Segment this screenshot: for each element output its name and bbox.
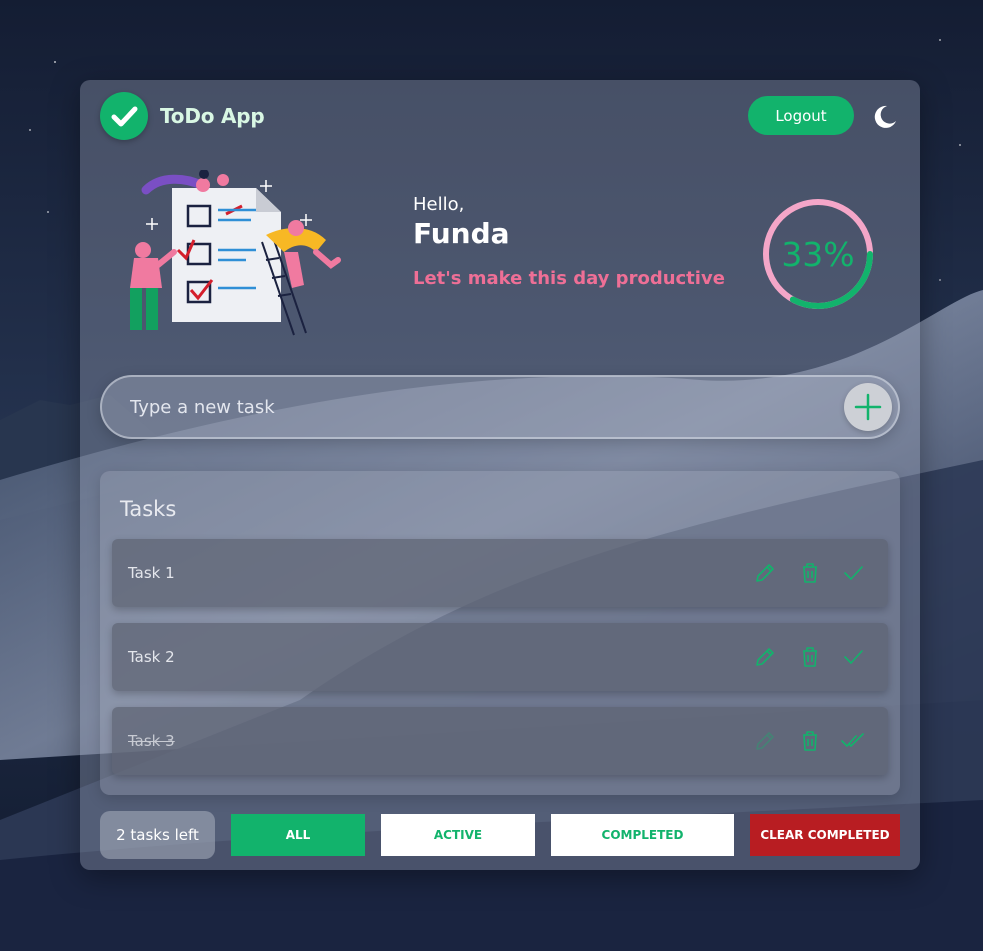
progress-percent: 33% bbox=[781, 234, 855, 274]
pencil-icon bbox=[753, 729, 777, 753]
plus-icon bbox=[854, 393, 882, 421]
todo-illustration bbox=[130, 170, 341, 336]
add-task-button[interactable] bbox=[844, 383, 892, 431]
moon-icon[interactable] bbox=[868, 101, 900, 133]
filter-active-button[interactable]: ACTIVE bbox=[381, 814, 535, 856]
tasks-title: Tasks bbox=[120, 497, 177, 521]
task-row[interactable]: Task 2 bbox=[112, 623, 888, 691]
task-label: Task 2 bbox=[128, 648, 175, 666]
new-task-bar bbox=[100, 375, 900, 439]
check-logo-icon bbox=[100, 92, 148, 140]
trash-icon[interactable] bbox=[798, 645, 822, 669]
double-check-icon[interactable] bbox=[841, 729, 865, 753]
app-title: ToDo App bbox=[160, 104, 265, 128]
pencil-icon[interactable] bbox=[753, 561, 777, 585]
filter-all-button[interactable]: ALL bbox=[231, 814, 365, 856]
task-row[interactable]: Task 3 bbox=[112, 707, 888, 775]
tasks-left-counter: 2 tasks left bbox=[100, 811, 215, 859]
filter-completed-button[interactable]: COMPLETED bbox=[551, 814, 734, 856]
motto-text: Let's make this day productive bbox=[413, 268, 725, 289]
task-row[interactable]: Task 1 bbox=[112, 539, 888, 607]
greeting-hello: Hello, bbox=[413, 194, 465, 215]
check-icon[interactable] bbox=[841, 645, 865, 669]
user-name: Funda bbox=[413, 217, 510, 250]
clear-completed-button[interactable]: CLEAR COMPLETED bbox=[750, 814, 900, 856]
todo-app-card: ToDo App Logout Hello, Funda Let's make … bbox=[80, 80, 920, 870]
task-label: Task 3 bbox=[128, 732, 175, 750]
brand: ToDo App bbox=[100, 92, 265, 140]
tasks-panel: Tasks Task 1 Task 2 Task 3 bbox=[100, 471, 900, 795]
check-icon[interactable] bbox=[841, 561, 865, 585]
new-task-input[interactable] bbox=[130, 377, 830, 437]
trash-icon[interactable] bbox=[798, 561, 822, 585]
task-label: Task 1 bbox=[128, 564, 175, 582]
progress-ring: 33% bbox=[760, 196, 876, 312]
trash-icon[interactable] bbox=[798, 729, 822, 753]
pencil-icon[interactable] bbox=[753, 645, 777, 669]
greeting: Hello, Funda Let's make this day product… bbox=[413, 194, 725, 289]
logout-button[interactable]: Logout bbox=[748, 96, 854, 135]
